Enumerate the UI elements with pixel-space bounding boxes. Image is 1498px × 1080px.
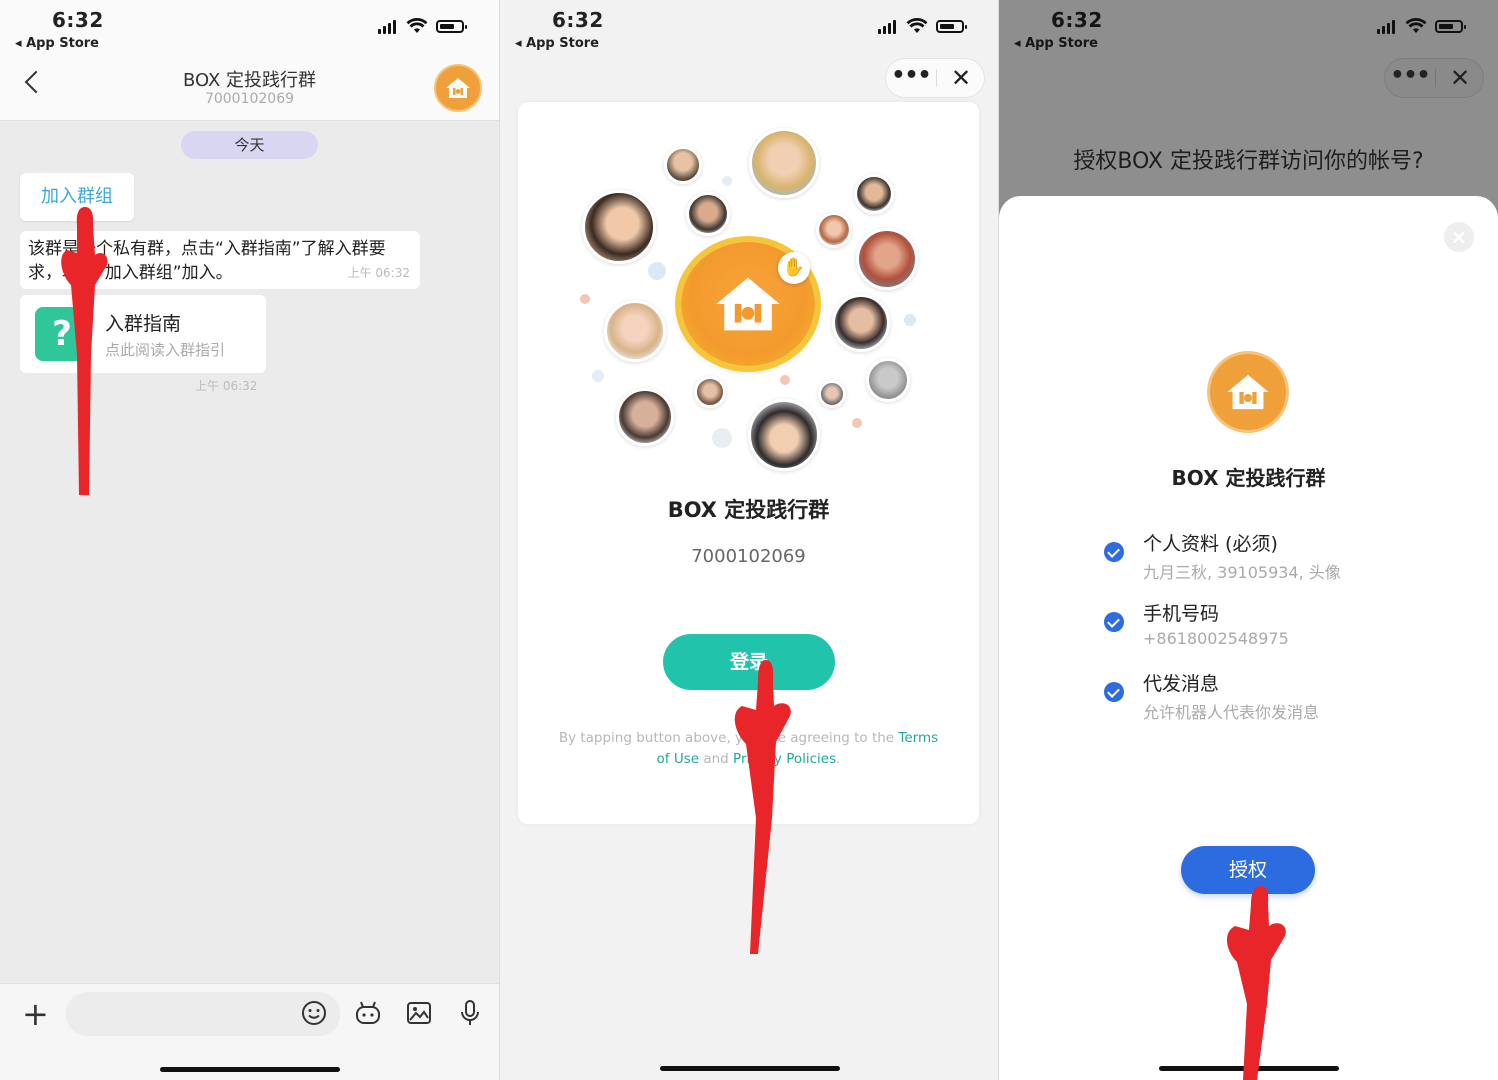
group-id: 7000102069 (691, 546, 806, 567)
decor-dot (904, 314, 916, 326)
member-avatar (694, 376, 726, 408)
authorize-question: 授权BOX 定投践行群访问你的帐号? (1073, 149, 1424, 174)
member-avatar (582, 190, 656, 264)
member-avatar (816, 212, 852, 248)
decor-dot (712, 428, 732, 448)
mini-app-capsule: ••• ✕ (885, 58, 985, 98)
signal-icon (1377, 20, 1395, 34)
decor-dot (852, 418, 862, 428)
signal-icon (378, 20, 396, 34)
status-time: 6:32 (552, 8, 604, 32)
signal-icon (878, 20, 896, 34)
waving-hand-icon: ✋ (778, 252, 810, 284)
member-avatar (616, 388, 674, 446)
decor-dot (780, 375, 790, 385)
member-avatar (604, 300, 666, 362)
status-bar: 6:32 ◂ App Store (500, 0, 998, 56)
robot-icon[interactable] (353, 998, 383, 1028)
member-avatars: ✋ (518, 102, 979, 482)
back-to-app-store[interactable]: ◂ App Store (515, 36, 599, 51)
close-icon[interactable]: × (1444, 222, 1474, 252)
status-bar: 6:32 ◂ App Store (999, 0, 1498, 56)
decor-dot (592, 370, 604, 382)
home-indicator (660, 1066, 840, 1071)
image-icon[interactable] (404, 998, 434, 1028)
permission-desc: 允许机器人代表你发消息 (1143, 703, 1320, 722)
group-logo-icon (1207, 351, 1289, 433)
card-title: 入群指南 (105, 313, 182, 335)
status-time: 6:32 (52, 8, 104, 32)
check-icon[interactable] (1104, 612, 1124, 632)
group-logo-icon[interactable] (434, 64, 482, 112)
mic-icon[interactable] (455, 998, 485, 1028)
chat-screen: 6:32 ◂ App Store BOX 定投践行群 7000102069 今天… (0, 0, 499, 1080)
back-to-app-store[interactable]: ◂ App Store (1014, 36, 1098, 51)
status-bar: 6:32 ◂ App Store (0, 0, 499, 56)
member-avatar (818, 380, 846, 408)
permission-title: 代发消息 (1143, 673, 1220, 695)
check-icon[interactable] (1104, 542, 1124, 562)
permission-item[interactable]: 个人资料 (必须) 九月三秋, 39105934, 头像 (1104, 529, 1464, 589)
member-avatar (686, 192, 730, 236)
wifi-icon (906, 18, 928, 33)
member-avatar (664, 146, 702, 184)
member-avatar (854, 174, 894, 214)
hand-pointer-icon (734, 660, 791, 954)
home-indicator (160, 1067, 340, 1072)
status-time: 6:32 (1051, 8, 1103, 32)
date-divider: 今天 (181, 131, 318, 159)
mini-app-capsule: ••• ✕ (1384, 58, 1484, 98)
permission-title: 个人资料 (必须) (1143, 533, 1278, 555)
chat-header: BOX 定投践行群 7000102069 (0, 56, 499, 121)
permission-desc: +8618002548975 (1143, 629, 1289, 648)
login-screen: 6:32 ◂ App Store ••• ✕ ✋ BOX 定投践行群 70001… (500, 0, 998, 1080)
battery-icon (1435, 20, 1466, 33)
check-icon[interactable] (1104, 682, 1124, 702)
chat-id: 7000102069 (204, 91, 295, 107)
member-avatar (866, 358, 910, 402)
more-icon[interactable]: ••• (1385, 59, 1435, 97)
decor-dot (722, 176, 732, 186)
emoji-icon[interactable] (299, 998, 329, 1028)
member-avatar (749, 128, 819, 198)
hand-pointer-icon (61, 207, 108, 495)
decor-dot (648, 262, 666, 280)
more-icon[interactable]: ••• (886, 59, 936, 97)
group-name: BOX 定投践行群 (667, 498, 830, 522)
permission-desc: 九月三秋, 39105934, 头像 (1143, 563, 1341, 582)
permission-title: 手机号码 (1143, 603, 1220, 625)
wifi-icon (406, 18, 428, 33)
battery-icon (936, 20, 967, 33)
plus-icon[interactable]: + (22, 998, 49, 1030)
card-time: 上午 06:32 (195, 379, 258, 393)
close-icon[interactable]: ✕ (936, 59, 986, 97)
permission-item[interactable]: 手机号码 +8618002548975 (1104, 599, 1464, 659)
back-to-app-store[interactable]: ◂ App Store (15, 36, 99, 51)
permission-item[interactable]: 代发消息 允许机器人代表你发消息 (1104, 669, 1464, 729)
message-time: 上午 06:32 (347, 266, 410, 280)
card-description: 点此阅读入群指引 (105, 341, 226, 359)
member-avatar (748, 399, 820, 471)
decor-dot (580, 294, 590, 304)
input-bar: + (0, 983, 499, 1080)
battery-icon (436, 20, 467, 33)
member-avatar (856, 228, 918, 290)
member-avatar (832, 294, 890, 352)
authorize-screen: 6:32 ◂ App Store ••• ✕ 授权BOX 定投践行群访问你的帐号… (999, 0, 1498, 1080)
close-icon[interactable]: ✕ (1435, 59, 1485, 97)
wifi-icon (1405, 18, 1427, 33)
hand-pointer-icon (1226, 886, 1286, 1080)
app-name: BOX 定投践行群 (1171, 466, 1326, 490)
chat-title: BOX 定投践行群 (182, 70, 317, 91)
